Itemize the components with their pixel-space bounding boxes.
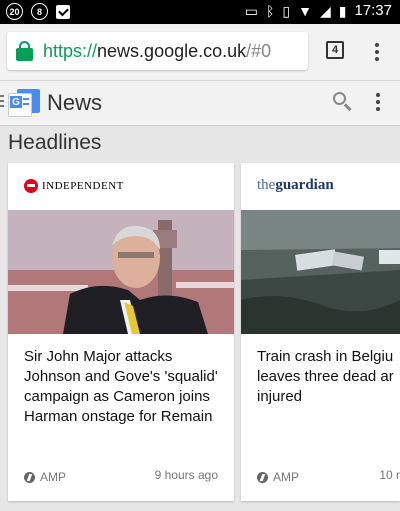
browser-menu-icon[interactable]	[375, 43, 379, 61]
amp-label: AMP	[273, 470, 300, 484]
article-image[interactable]	[8, 210, 234, 334]
notification-8-icon: 8	[31, 3, 48, 20]
wifi-icon: ▼	[298, 2, 312, 19]
article-time: 9 hours ago	[154, 468, 218, 482]
amp-icon	[24, 471, 35, 483]
bluetooth-icon: ᛒ	[265, 2, 275, 19]
battery-icon: ▮	[338, 2, 347, 19]
article-meta: AMP	[24, 470, 66, 484]
amp-label: AMP	[40, 470, 67, 484]
lock-icon[interactable]	[15, 41, 35, 61]
source-name: guardian	[275, 177, 334, 193]
amp-icon	[257, 471, 268, 483]
article-headline[interactable]: Train crash in Belgiu leaves three dead …	[257, 347, 400, 407]
status-time: 17:37	[354, 2, 392, 19]
url-scheme: https://	[43, 40, 98, 61]
vibrate-icon: ▯	[282, 2, 291, 19]
url-host: news.google.co.uk	[97, 40, 247, 61]
source-name: INDEPENDENT	[42, 180, 124, 192]
source-logo: INDEPENDENT	[8, 163, 234, 209]
section-title: Headlines	[8, 131, 102, 154]
browser-toolbar: https://news.google.co.uk/#0 4	[0, 24, 400, 81]
address-bar[interactable]: https://news.google.co.uk/#0	[7, 32, 308, 70]
article-time: 10 m	[379, 468, 400, 482]
news-card[interactable]: INDEPENDENT Sir John Major attacks Johns…	[8, 163, 234, 501]
app-bar: G News	[0, 81, 400, 126]
cast-icon: ▭	[244, 2, 258, 19]
menu-icon[interactable]	[0, 95, 4, 107]
headline-line: Train crash in Belgiu	[257, 348, 394, 365]
search-icon[interactable]	[333, 92, 353, 112]
source-logo: theguardian	[241, 163, 400, 209]
notification-20-icon: 20	[6, 3, 23, 20]
tab-switcher-button[interactable]: 4	[326, 41, 344, 59]
signal-icon: ◢	[319, 2, 331, 19]
status-bar: 20 8 ▭ ᛒ ▯ ▼ ◢ ▮ 17:37	[0, 0, 400, 24]
app-title: News	[47, 90, 103, 115]
news-card[interactable]: theguardian Train crash in Belgiu leaves…	[241, 163, 400, 501]
url-path: /#0	[246, 40, 272, 61]
source-prefix: the	[257, 177, 276, 193]
article-meta: AMP	[257, 470, 299, 484]
url-text[interactable]: https://news.google.co.uk/#0	[43, 41, 271, 62]
article-image[interactable]	[241, 210, 400, 334]
more-options-icon[interactable]	[376, 93, 380, 111]
eagle-icon	[24, 179, 38, 193]
headline-line: leaves three dead ar	[257, 368, 394, 385]
headline-line: injured	[257, 388, 303, 405]
clipboard-check-icon	[56, 4, 70, 19]
google-news-logo-icon: G	[8, 89, 40, 117]
article-headline[interactable]: Sir John Major attacks Johnson and Gove'…	[24, 347, 224, 427]
